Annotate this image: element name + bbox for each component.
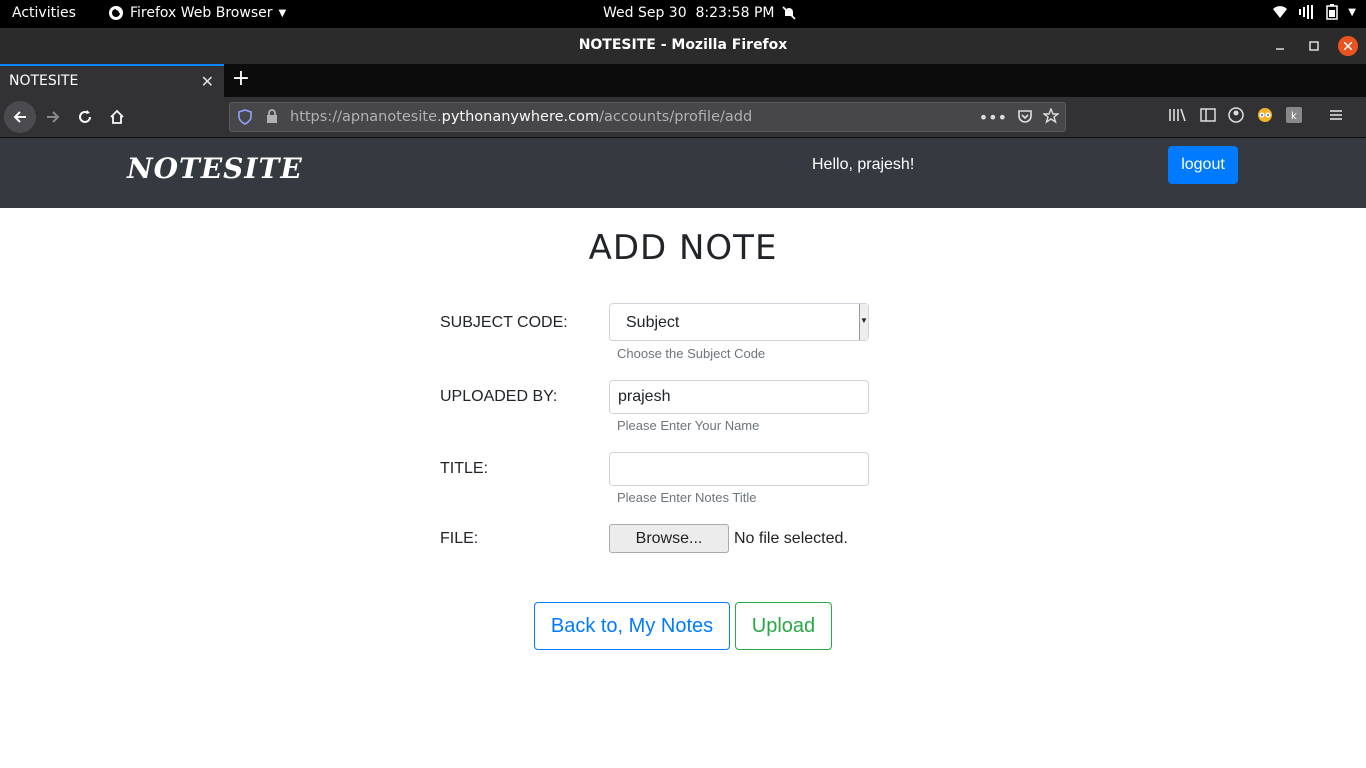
window-title: NOTESITE - Mozilla Firefox [578,37,788,53]
logout-button[interactable]: logout [1168,146,1238,184]
url-path: /accounts/profile/add [599,109,753,125]
reload-icon [79,110,91,123]
subject-code-help: Choose the Subject Code [617,346,766,361]
forward-arrow-icon [47,111,60,123]
system-top-bar: Activities Firefox Web Browser ▼ Wed Sep… [0,0,1366,28]
close-icon [1344,42,1352,50]
system-tray[interactable]: ▼ [1272,4,1356,20]
site-brand[interactable]: NOTESITE [127,152,303,185]
uploaded-by-input[interactable] [609,380,869,414]
close-window-button[interactable] [1338,36,1358,56]
dropdown-arrow-icon: ▼ [859,304,868,340]
title-input[interactable] [609,452,869,486]
url-host: pythonanywhere.com [441,109,600,125]
forward-button[interactable] [38,102,68,132]
bookmark-star-icon[interactable] [1043,108,1059,124]
account-icon[interactable] [1228,107,1244,123]
shield-icon [238,109,252,125]
navigation-toolbar: https://apnanotesite.pythonanywhere.com/… [0,97,1366,138]
tab-notesite[interactable]: NOTESITE ✕ [0,64,224,97]
maximize-icon [1309,41,1319,51]
subject-code-label: SUBJECT CODE: [440,314,568,331]
extension-k-icon[interactable]: k [1286,107,1302,123]
subject-code-select[interactable]: Subject ▼ [609,303,869,341]
url-scheme: https://apnanotesite. [290,109,442,125]
file-status-text: No file selected. [734,530,848,547]
pocket-icon[interactable] [1017,108,1033,124]
app-menu[interactable]: Firefox Web Browser ▼ [108,5,286,21]
subject-select-value: Subject [626,314,680,331]
svg-text:k: k [1291,111,1297,122]
chevron-down-icon: ▼ [1348,6,1356,18]
close-tab-icon[interactable]: ✕ [201,72,214,91]
minimize-icon [1276,48,1284,50]
notifications-muted-icon [782,6,797,20]
sidebar-icon[interactable] [1200,107,1216,123]
battery-icon [1326,4,1339,20]
chevron-down-icon: ▼ [278,7,287,19]
minimize-button[interactable] [1270,36,1290,56]
back-arrow-icon [13,111,26,123]
reload-button[interactable] [70,102,100,132]
lock-icon [267,109,277,123]
clock[interactable]: Wed Sep 30 8:23:58 PM [603,5,797,21]
home-icon [110,109,124,124]
clock-label: Wed Sep 30 8:23:58 PM [603,5,775,21]
url-bar[interactable]: https://apnanotesite.pythonanywhere.com/… [229,102,1066,132]
library-icon[interactable] [1168,107,1188,123]
uploaded-by-label: UPLOADED BY: [440,388,558,405]
tab-strip: NOTESITE ✕ + [0,64,1366,97]
tab-label: NOTESITE [9,73,79,89]
home-button[interactable] [102,102,132,132]
uploaded-by-help: Please Enter Your Name [617,418,760,433]
app-menu-label: Firefox Web Browser [130,5,273,21]
title-label: TITLE: [440,460,489,477]
site-header: NOTESITE Hello, prajesh! logout [0,138,1366,208]
window-title-bar: NOTESITE - Mozilla Firefox [0,28,1366,64]
page-title: ADD NOTE [588,228,778,268]
upload-button[interactable]: Upload [735,602,832,650]
url-actions: ••• [979,108,1059,127]
more-actions-icon[interactable]: ••• [979,108,1007,127]
maximize-button[interactable] [1304,36,1324,56]
new-tab-button[interactable]: + [230,68,252,92]
url-text: https://apnanotesite.pythonanywhere.com/… [290,109,752,125]
file-label: FILE: [440,530,479,547]
extension-icon[interactable] [1256,107,1274,123]
volume-icon [1299,5,1314,19]
toolbar-icons: k [1168,107,1344,123]
back-button[interactable] [4,101,36,133]
firefox-icon [109,6,123,20]
wifi-icon [1273,6,1288,18]
greeting-text: Hello, prajesh! [812,156,915,173]
browse-file-button[interactable]: Browse... [609,524,729,553]
back-to-my-notes-button[interactable]: Back to, My Notes [534,602,730,650]
hamburger-menu-icon[interactable] [1328,107,1344,123]
activities-button[interactable]: Activities [12,5,76,21]
title-help: Please Enter Notes Title [617,490,757,505]
